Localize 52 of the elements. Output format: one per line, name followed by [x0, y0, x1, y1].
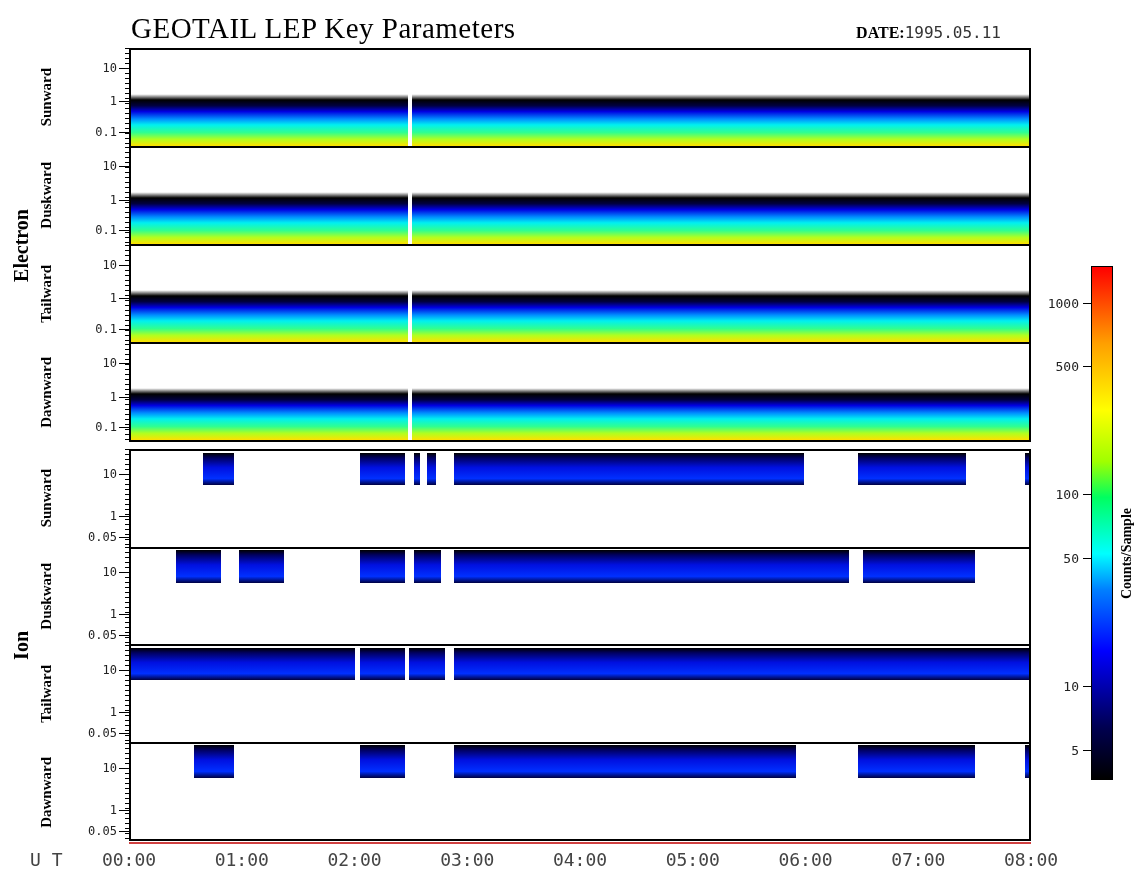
axis-tick-label: 10 [102, 564, 117, 579]
axis-tick-label: 1 [109, 606, 117, 621]
panel-label: Tailward [37, 665, 55, 723]
axis-tick-label: 0.1 [95, 321, 117, 336]
panel-label: Duskward [37, 562, 55, 630]
colorbar-tick-label: 100 [1055, 486, 1079, 502]
axis-tick-label: 0.1 [95, 223, 117, 238]
panel-label: Dawnward [37, 357, 55, 429]
axis-tick-label: 1 [109, 192, 117, 207]
axis-tick-label: 07:00 [891, 849, 946, 870]
panel-label: Sunward [37, 468, 55, 528]
axis-tick-label: 1 [109, 94, 117, 109]
colorbar-tick-label: 5 [1071, 742, 1079, 758]
axis-tick-label: 0.05 [88, 824, 117, 839]
panel-label: Duskward [37, 162, 55, 230]
axis-tick-label: 10 [102, 60, 117, 75]
axis-tick-label: 0.1 [95, 124, 117, 139]
axis-tick-label: 01:00 [214, 849, 269, 870]
axis-tick-label: 08:00 [1003, 849, 1059, 870]
axis-tick-label: 04:00 [552, 849, 608, 870]
axis-tick-label: 10 [102, 662, 117, 677]
axis-tick-label: 10 [102, 760, 117, 775]
colorbar-tick-label: 500 [1055, 358, 1079, 374]
panel-label: Sunward [37, 68, 55, 127]
axis-tick-label: 1 [109, 389, 117, 404]
colorbar-tick-label: 50 [1063, 550, 1079, 566]
axis-tick-label: 10 [102, 466, 117, 481]
axis-tick-label: 10 [102, 159, 117, 174]
axis-tick-label: 05:00 [665, 849, 720, 870]
axis-tick-label: 10 [102, 356, 117, 371]
axis-tick-label: 06:00 [778, 849, 833, 870]
axis-tick-label: 00:00 [101, 849, 157, 870]
chart-title: GEOTAIL LEP Key Parameters [131, 12, 516, 45]
axis-tick-label: 1 [109, 291, 117, 306]
colorbar-label: Counts/Sample [1119, 508, 1135, 599]
axis-tick-label: 02:00 [327, 849, 382, 870]
axis-tick-label: 1 [109, 704, 117, 719]
group-label: Electron [9, 208, 33, 282]
axis-tick-label: 0.05 [88, 628, 117, 643]
axis-tick-label: 1 [109, 508, 117, 523]
axis-tick-label: 1 [109, 802, 117, 817]
colorbar-tick-label: 1000 [1047, 295, 1079, 311]
date-label: DATE:1995.05.11 [856, 22, 1001, 43]
axis-tick-label: 0.05 [88, 726, 117, 741]
group-label: Ion [9, 630, 33, 660]
axis-tick-label: 0.05 [88, 530, 117, 545]
panel-label: Tailward [37, 265, 55, 324]
panel-label: Dawnward [37, 756, 55, 828]
axis-tick-label: 03:00 [440, 849, 495, 870]
axis-tick-label: 10 [102, 257, 117, 272]
axis-tick-label: 0.1 [95, 420, 117, 435]
colorbar-tick-label: 10 [1063, 678, 1079, 694]
